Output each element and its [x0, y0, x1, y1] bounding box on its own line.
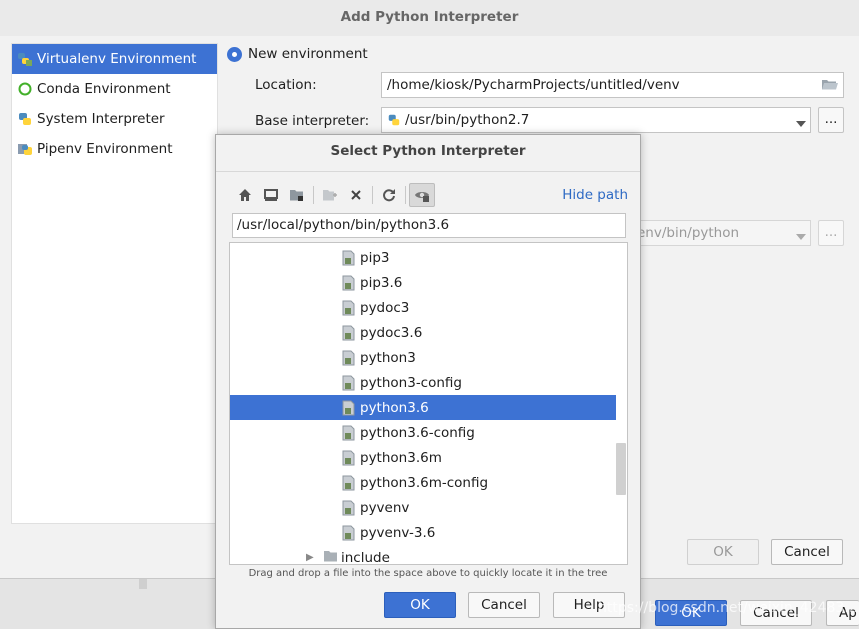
- python-icon: [17, 111, 33, 127]
- tree-row[interactable]: pip3.6: [230, 270, 616, 295]
- base-interpreter-value: /usr/bin/python2.7: [405, 112, 530, 128]
- tree-row-label: pyvenv-3.6: [360, 524, 436, 541]
- file-chooser-toolbar: [232, 183, 435, 207]
- dialog-title: Select Python Interpreter: [330, 143, 526, 159]
- new-environment-radio[interactable]: [227, 47, 242, 62]
- watermark-text: https://blog.csdn.net/weixin_42483...: [598, 600, 858, 616]
- divider: [216, 171, 640, 172]
- executable-file-icon: [342, 475, 356, 491]
- tree-row[interactable]: python3-config: [230, 370, 616, 395]
- project-folder-icon[interactable]: [284, 183, 310, 207]
- sidebar-item-conda[interactable]: Conda Environment: [12, 74, 217, 104]
- tree-scrollbar[interactable]: [616, 443, 626, 495]
- path-input[interactable]: /usr/local/python/bin/python3.6: [232, 213, 626, 238]
- hide-path-link[interactable]: Hide path: [562, 187, 628, 203]
- location-field[interactable]: /home/kiosk/PycharmProjects/untitled/ven…: [381, 72, 844, 98]
- refresh-icon[interactable]: [376, 183, 402, 207]
- folder-icon: [323, 549, 338, 564]
- cancel-button[interactable]: Cancel: [771, 539, 843, 565]
- tree-row[interactable]: python3.6m-config: [230, 470, 616, 495]
- toolbar-separator: [372, 186, 373, 204]
- toolbar-separator: [405, 186, 406, 204]
- tree-row[interactable]: python3: [230, 345, 616, 370]
- chevron-down-icon: [796, 116, 806, 132]
- existing-interpreter-browse-button[interactable]: ...: [818, 220, 844, 246]
- location-value: /home/kiosk/PycharmProjects/untitled/ven…: [387, 77, 680, 93]
- delete-icon[interactable]: [343, 183, 369, 207]
- tree-row[interactable]: pyvenv: [230, 495, 616, 520]
- executable-file-icon: [342, 400, 356, 416]
- executable-file-icon: [342, 350, 356, 366]
- tree-row[interactable]: python3.6-config: [230, 420, 616, 445]
- tree-row[interactable]: pyvenv-3.6: [230, 520, 616, 545]
- sidebar-item-label: Virtualenv Environment: [37, 51, 197, 67]
- sidebar-item-pipenv[interactable]: Pipenv Environment: [12, 134, 217, 164]
- chevron-down-icon: [796, 229, 806, 245]
- executable-file-icon: [342, 300, 356, 316]
- base-interpreter-select[interactable]: /usr/bin/python2.7: [381, 107, 811, 133]
- tree-row-label: pydoc3: [360, 299, 410, 316]
- tree-row-label: python3.6m-config: [360, 474, 489, 491]
- tree-row-label: pip3: [360, 249, 390, 266]
- tree-row[interactable]: python3.6m: [230, 445, 616, 470]
- executable-file-icon: [342, 250, 356, 266]
- environment-list: Virtualenv Environment Conda Environment…: [11, 43, 218, 524]
- dialog-ok-button[interactable]: OK: [384, 592, 456, 618]
- sidebar-item-virtualenv[interactable]: Virtualenv Environment: [12, 44, 217, 74]
- tree-row[interactable]: pip3: [230, 245, 616, 270]
- tree-row-label: python3.6: [360, 399, 429, 416]
- conda-icon: [17, 81, 33, 97]
- tree-folder-row[interactable]: ▶ include: [230, 545, 616, 565]
- virtualenv-icon: [17, 51, 33, 67]
- executable-file-icon: [342, 425, 356, 441]
- tree-row-label: pip3.6: [360, 274, 403, 291]
- drag-drop-hint: Drag and drop a file into the space abov…: [248, 568, 608, 579]
- executable-file-icon: [342, 450, 356, 466]
- desktop-icon[interactable]: [258, 183, 284, 207]
- new-folder-icon[interactable]: [317, 183, 343, 207]
- tree-row-label: python3.6m: [360, 449, 442, 466]
- sidebar-item-label: System Interpreter: [37, 111, 165, 127]
- tree-row-label: pyvenv: [360, 499, 410, 516]
- select-interpreter-dialog: Select Python Interpreter Hide path /usr…: [215, 134, 641, 629]
- file-tree[interactable]: pip3 pip3.6 pydoc3 pydoc3.6 python3 python3-c…: [229, 242, 628, 565]
- executable-file-icon: [342, 375, 356, 391]
- sidebar-item-system-interpreter[interactable]: System Interpreter: [12, 104, 217, 134]
- location-label: Location:: [255, 77, 317, 93]
- new-environment-label: New environment: [248, 46, 368, 62]
- tree-folder-label: include: [341, 549, 390, 565]
- tree-row-label: python3: [360, 349, 416, 366]
- ok-button[interactable]: OK: [687, 539, 759, 565]
- folder-open-icon[interactable]: [821, 76, 839, 96]
- sidebar-item-label: Conda Environment: [37, 81, 171, 97]
- python-icon: [387, 113, 401, 127]
- tree-row-label: pydoc3.6: [360, 324, 423, 341]
- executable-file-icon: [342, 525, 356, 541]
- existing-interpreter-value: env/bin/python: [637, 225, 740, 241]
- toolbar-separator: [313, 186, 314, 204]
- show-hidden-files-icon[interactable]: [409, 183, 435, 207]
- base-interpreter-browse-button[interactable]: ...: [818, 107, 844, 133]
- executable-file-icon: [342, 275, 356, 291]
- executable-file-icon: [342, 325, 356, 341]
- base-interpreter-label: Base interpreter:: [255, 113, 370, 129]
- sidebar-item-label: Pipenv Environment: [37, 141, 173, 157]
- expand-arrow-icon[interactable]: ▶: [306, 552, 314, 563]
- home-icon[interactable]: [232, 183, 258, 207]
- executable-file-icon: [342, 500, 356, 516]
- tree-row-label: python3.6-config: [360, 424, 475, 441]
- tree-row[interactable]: pydoc3.6: [230, 320, 616, 345]
- pipenv-icon: [17, 141, 33, 157]
- tree-row-label: python3-config: [360, 374, 462, 391]
- tree-row-selected[interactable]: python3.6: [230, 395, 616, 420]
- window-title: Add Python Interpreter: [0, 0, 859, 36]
- tree-row[interactable]: pydoc3: [230, 295, 616, 320]
- dialog-cancel-button[interactable]: Cancel: [468, 592, 540, 618]
